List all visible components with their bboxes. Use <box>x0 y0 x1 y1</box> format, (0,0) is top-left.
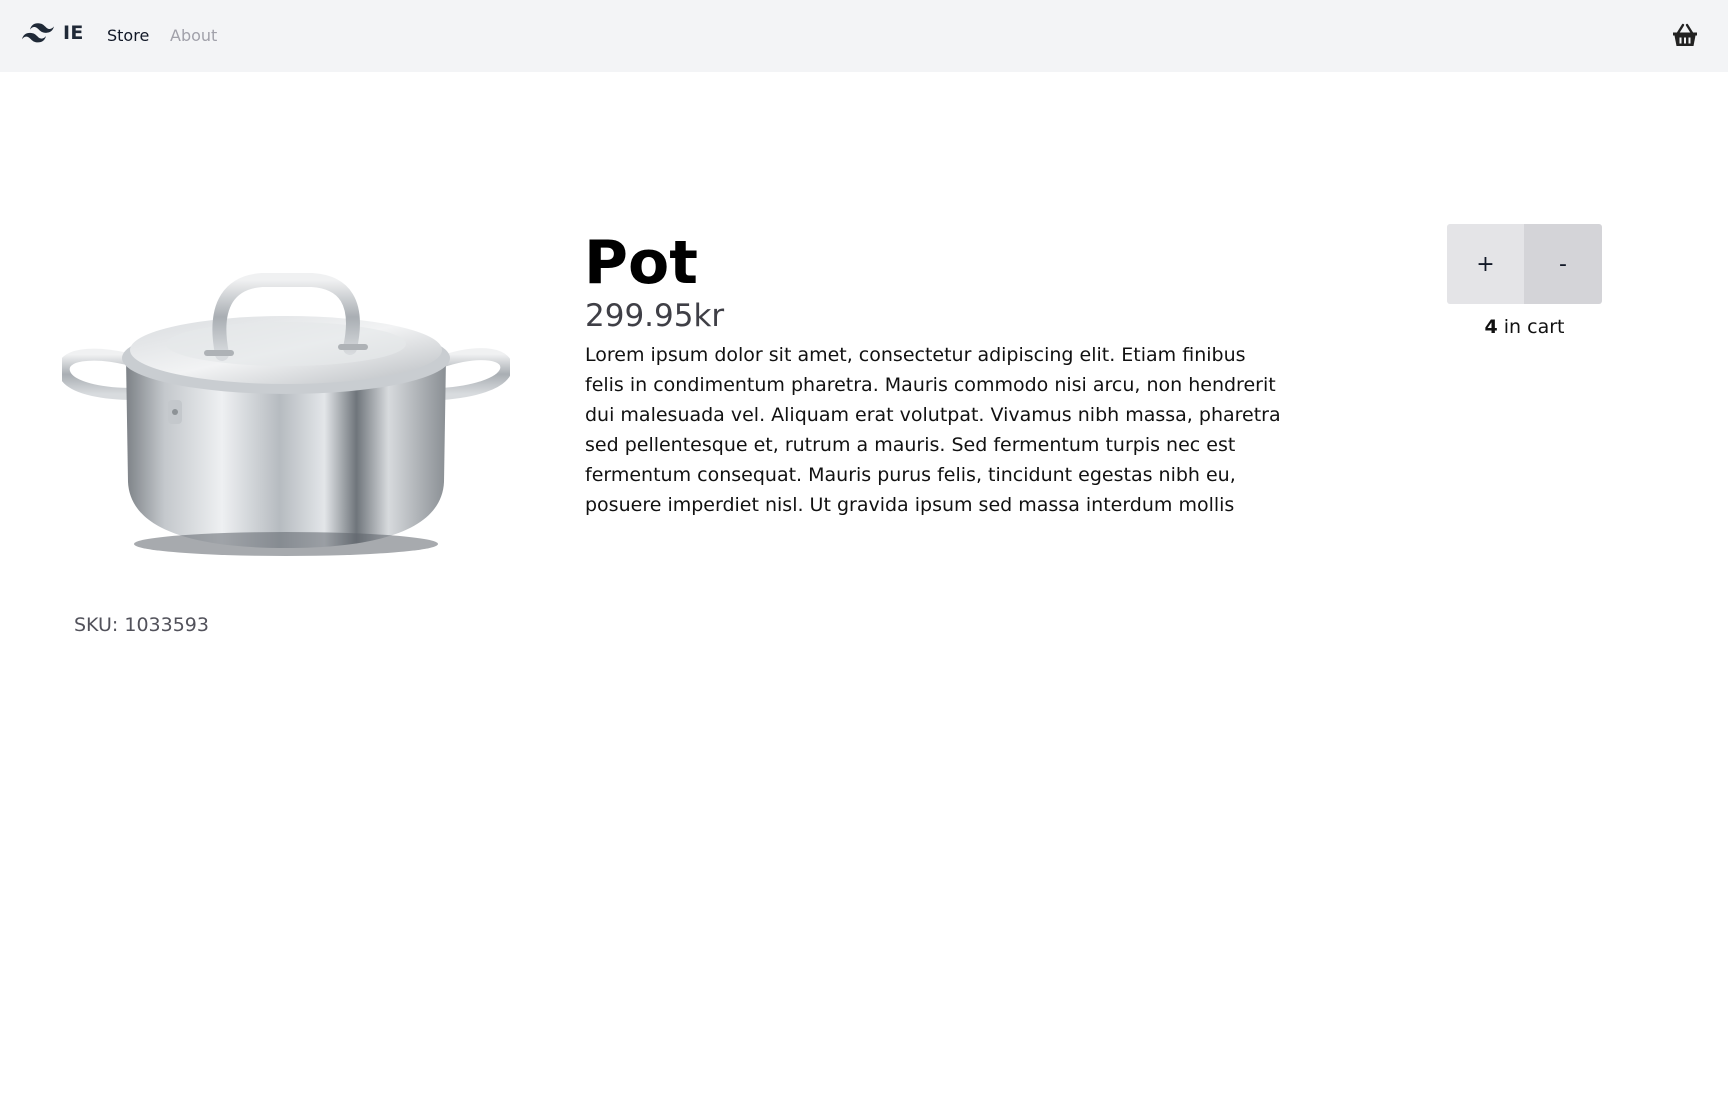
in-cart-label: in cart <box>1497 316 1565 338</box>
add-to-cart-button[interactable]: + <box>1447 224 1524 304</box>
cart-count-value: 4 <box>1484 316 1498 338</box>
remove-from-cart-button[interactable]: - <box>1524 224 1602 304</box>
product-sku: SKU: 1033593 <box>74 614 209 636</box>
brand-link[interactable]: IE <box>22 22 84 44</box>
in-cart-count: 4 in cart <box>1447 316 1602 338</box>
top-navbar: IE Store About <box>0 0 1728 72</box>
nav-link-store[interactable]: Store <box>107 26 149 45</box>
product-description: Lorem ipsum dolor sit amet, consectetur … <box>585 344 1281 516</box>
cart-quantity-controls: + - <box>1447 224 1602 304</box>
tailwind-wave-logo-icon <box>22 23 54 43</box>
nav-link-about[interactable]: About <box>170 26 217 45</box>
shopping-basket-icon[interactable] <box>1672 23 1698 47</box>
product-image <box>62 262 510 562</box>
product-title: Pot <box>584 228 698 298</box>
product-price: 299.95kr <box>585 298 725 334</box>
brand-name: IE <box>63 22 84 44</box>
